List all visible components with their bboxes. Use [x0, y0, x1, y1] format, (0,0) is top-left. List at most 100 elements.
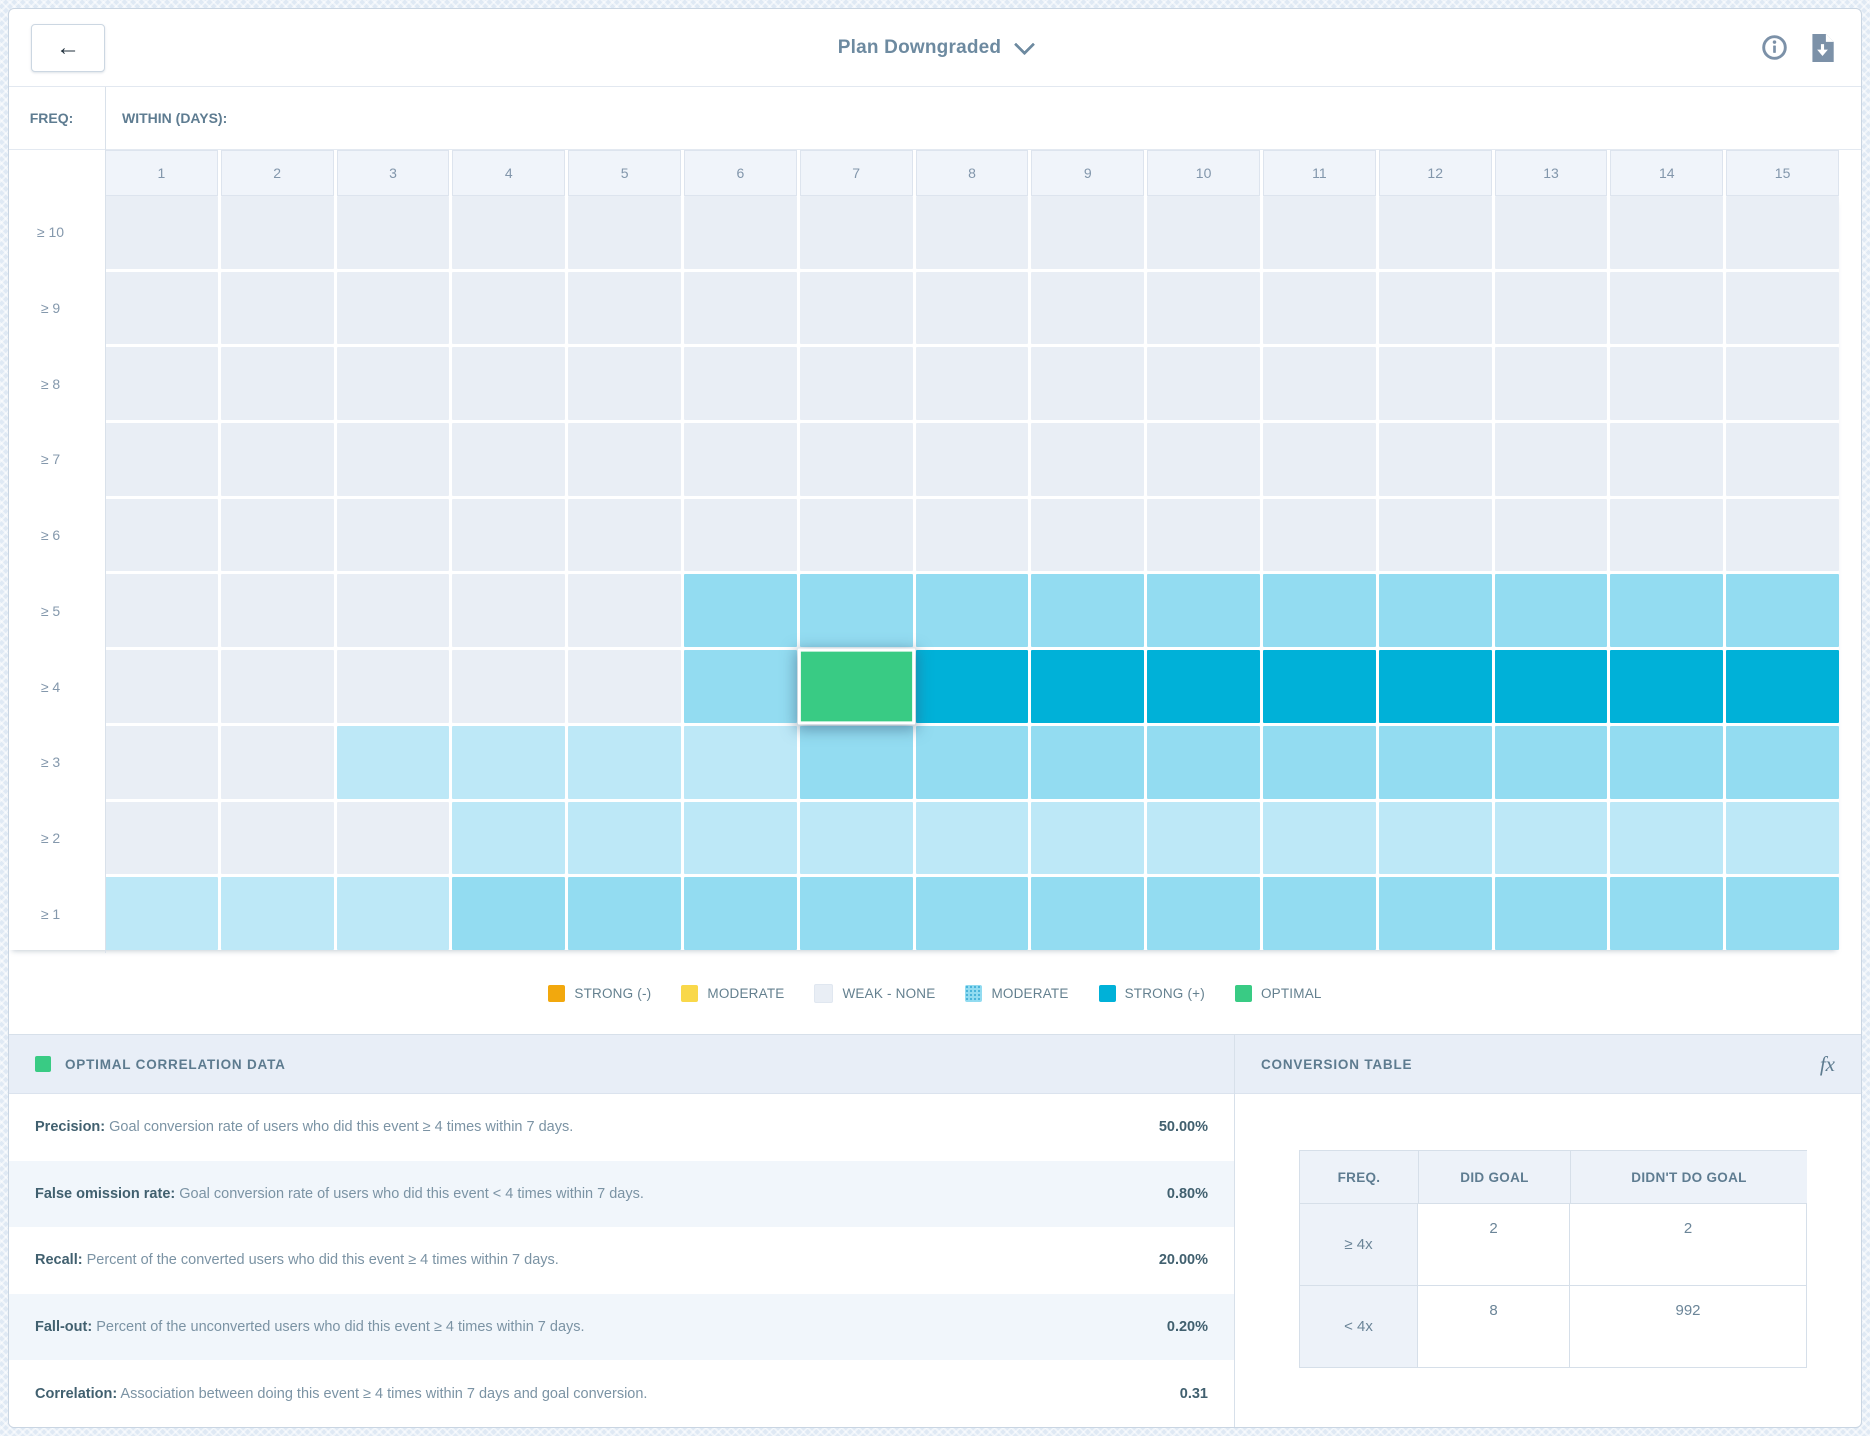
heatmap-cell[interactable] — [337, 574, 450, 647]
heatmap-cell[interactable] — [105, 347, 218, 420]
heatmap-cell[interactable] — [1726, 196, 1839, 269]
heatmap-cell[interactable] — [916, 423, 1029, 496]
heatmap-cell[interactable] — [1263, 347, 1376, 420]
download-report-icon[interactable] — [1810, 34, 1835, 62]
heatmap-cell[interactable] — [1726, 726, 1839, 799]
heatmap-cell[interactable] — [337, 196, 450, 269]
heatmap-cell[interactable] — [221, 726, 334, 799]
heatmap-cell[interactable] — [1495, 650, 1608, 723]
heatmap-cell[interactable] — [105, 802, 218, 875]
heatmap-cell[interactable] — [452, 423, 565, 496]
event-selector-dropdown[interactable]: Plan Downgraded — [838, 37, 1032, 59]
heatmap-cell[interactable] — [337, 347, 450, 420]
heatmap-cell[interactable] — [221, 802, 334, 875]
heatmap-cell[interactable] — [800, 423, 913, 496]
heatmap-cell[interactable] — [1379, 196, 1492, 269]
heatmap-cell[interactable] — [105, 272, 218, 345]
heatmap-cell[interactable] — [1726, 347, 1839, 420]
heatmap-cell[interactable] — [568, 802, 681, 875]
heatmap-cell[interactable] — [1610, 347, 1723, 420]
heatmap-cell[interactable] — [916, 196, 1029, 269]
heatmap-cell[interactable] — [1610, 423, 1723, 496]
heatmap-cell[interactable] — [1495, 726, 1608, 799]
heatmap-cell[interactable] — [568, 196, 681, 269]
heatmap-cell[interactable] — [1610, 726, 1723, 799]
heatmap-cell[interactable] — [105, 877, 218, 950]
heatmap-cell[interactable] — [568, 272, 681, 345]
heatmap-cell[interactable] — [684, 802, 797, 875]
heatmap-cell[interactable] — [800, 272, 913, 345]
heatmap-cell[interactable] — [1147, 272, 1260, 345]
heatmap-cell[interactable] — [337, 877, 450, 950]
heatmap-cell[interactable] — [1031, 650, 1144, 723]
heatmap-cell[interactable] — [1263, 877, 1376, 950]
heatmap-cell[interactable] — [568, 574, 681, 647]
heatmap-cell[interactable] — [105, 574, 218, 647]
heatmap-cell[interactable] — [800, 802, 913, 875]
heatmap-cell[interactable] — [452, 499, 565, 572]
heatmap-cell[interactable] — [1610, 802, 1723, 875]
heatmap-cell[interactable] — [1379, 423, 1492, 496]
heatmap-cell[interactable] — [452, 650, 565, 723]
heatmap-cell[interactable] — [1263, 650, 1376, 723]
heatmap-cell[interactable] — [1031, 499, 1144, 572]
heatmap-cell[interactable] — [1031, 272, 1144, 345]
heatmap-cell[interactable] — [1263, 499, 1376, 572]
heatmap-cell[interactable] — [684, 650, 797, 723]
heatmap-cell[interactable] — [916, 272, 1029, 345]
back-button[interactable]: ← — [31, 24, 105, 72]
heatmap-cell[interactable] — [1379, 499, 1492, 572]
heatmap-cell[interactable] — [1726, 423, 1839, 496]
heatmap-cell[interactable] — [1147, 650, 1260, 723]
heatmap-cell[interactable] — [452, 802, 565, 875]
heatmap-cell[interactable] — [1147, 196, 1260, 269]
heatmap-cell[interactable] — [568, 877, 681, 950]
heatmap-cell[interactable] — [221, 877, 334, 950]
heatmap-cell[interactable] — [1495, 802, 1608, 875]
heatmap-cell[interactable] — [568, 650, 681, 723]
heatmap-cell[interactable] — [568, 499, 681, 572]
heatmap-cell[interactable] — [800, 347, 913, 420]
heatmap-cell[interactable] — [1147, 726, 1260, 799]
heatmap-cell[interactable] — [1726, 574, 1839, 647]
heatmap-cell[interactable] — [916, 802, 1029, 875]
heatmap-cell[interactable] — [800, 877, 913, 950]
heatmap-cell[interactable] — [337, 726, 450, 799]
heatmap-cell[interactable] — [800, 499, 913, 572]
heatmap-cell[interactable] — [684, 574, 797, 647]
heatmap-cell[interactable] — [105, 499, 218, 572]
heatmap-cell[interactable] — [1263, 423, 1376, 496]
heatmap-cell[interactable] — [1495, 574, 1608, 647]
heatmap-cell[interactable] — [1610, 574, 1723, 647]
heatmap-cell[interactable] — [1031, 423, 1144, 496]
heatmap-cell[interactable] — [221, 196, 334, 269]
heatmap-cell[interactable] — [1379, 802, 1492, 875]
heatmap-cell[interactable] — [568, 423, 681, 496]
heatmap-cell[interactable] — [1147, 574, 1260, 647]
heatmap-cell[interactable] — [1031, 802, 1144, 875]
heatmap-cell[interactable] — [452, 877, 565, 950]
heatmap-cell[interactable] — [1263, 574, 1376, 647]
heatmap-cell[interactable] — [1726, 650, 1839, 723]
heatmap-cell[interactable] — [916, 650, 1029, 723]
heatmap-cell[interactable] — [221, 272, 334, 345]
heatmap-cell[interactable] — [221, 347, 334, 420]
heatmap-cell[interactable] — [1495, 423, 1608, 496]
heatmap-cell[interactable] — [1263, 272, 1376, 345]
heatmap-cell[interactable] — [105, 650, 218, 723]
heatmap-cell[interactable] — [1495, 499, 1608, 572]
heatmap-cell[interactable] — [568, 347, 681, 420]
heatmap-cell[interactable] — [1147, 877, 1260, 950]
heatmap-cell[interactable] — [1610, 272, 1723, 345]
heatmap-cell[interactable] — [1726, 877, 1839, 950]
heatmap-cell[interactable] — [1031, 726, 1144, 799]
heatmap-cell[interactable] — [800, 196, 913, 269]
heatmap-cell[interactable] — [1263, 802, 1376, 875]
heatmap-cell[interactable] — [105, 423, 218, 496]
heatmap-cell[interactable] — [916, 499, 1029, 572]
heatmap-cell[interactable] — [1147, 499, 1260, 572]
heatmap-cell[interactable] — [1379, 347, 1492, 420]
heatmap-cell[interactable] — [684, 272, 797, 345]
heatmap-cell[interactable] — [1610, 650, 1723, 723]
heatmap-cell[interactable] — [337, 272, 450, 345]
